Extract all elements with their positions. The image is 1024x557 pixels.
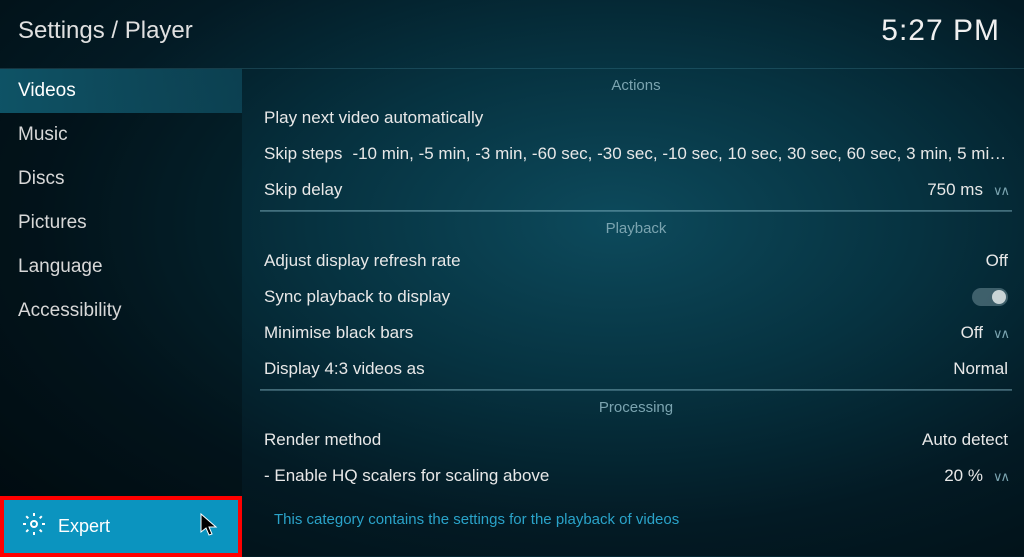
spinner-icon[interactable]: ∨∧ — [993, 184, 1008, 197]
toggle-switch[interactable] — [972, 288, 1008, 306]
sidebar-list: Videos Music Discs Pictures Language Acc… — [0, 69, 242, 496]
settings-level-button[interactable]: Expert — [0, 496, 242, 557]
sidebar-item-label: Videos — [18, 80, 76, 101]
setting-label: Skip delay — [264, 180, 342, 200]
clock: 5:27 PM — [881, 14, 1000, 48]
sidebar-item-label: Pictures — [18, 212, 87, 233]
section-header-playback: Playback — [260, 211, 1012, 243]
setting-value: Auto detect — [922, 430, 1008, 450]
breadcrumb: Settings / Player — [18, 17, 193, 45]
sidebar-item-label: Music — [18, 124, 68, 145]
help-text: This category contains the settings for … — [274, 511, 679, 528]
sidebar-item-language[interactable]: Language — [0, 245, 242, 289]
setting-label: Adjust display refresh rate — [264, 251, 461, 271]
setting-label: - Enable HQ scalers for scaling above — [264, 466, 549, 486]
setting-refresh-rate[interactable]: Adjust display refresh rate Off — [260, 243, 1012, 279]
setting-label: Minimise black bars — [264, 323, 413, 343]
setting-label: Skip steps — [264, 144, 342, 164]
setting-value: -10 min, -5 min, -3 min, -60 sec, -30 se… — [352, 144, 1008, 164]
spinner-icon[interactable]: ∨∧ — [993, 470, 1008, 483]
sidebar-item-discs[interactable]: Discs — [0, 157, 242, 201]
section-header-processing: Processing — [260, 390, 1012, 422]
setting-hq-scalers[interactable]: - Enable HQ scalers for scaling above 20… — [260, 458, 1012, 494]
setting-aspect-ratio[interactable]: Display 4:3 videos as Normal — [260, 351, 1012, 387]
setting-sync-playback[interactable]: Sync playback to display — [260, 279, 1012, 315]
setting-value: Off — [986, 251, 1008, 271]
spinner-icon[interactable]: ∨∧ — [993, 327, 1008, 340]
header: Settings / Player 5:27 PM — [0, 0, 1024, 69]
setting-value: 20 % — [944, 466, 983, 486]
setting-value: Normal — [953, 359, 1008, 379]
sidebar-item-label: Language — [18, 256, 103, 277]
setting-skip-delay[interactable]: Skip delay 750 ms ∨∧ — [260, 172, 1012, 208]
sidebar-item-music[interactable]: Music — [0, 113, 242, 157]
setting-label: Play next video automatically — [264, 108, 483, 128]
setting-value: Off — [961, 323, 983, 343]
gear-icon — [22, 512, 46, 541]
sidebar-item-accessibility[interactable]: Accessibility — [0, 289, 242, 333]
setting-black-bars[interactable]: Minimise black bars Off ∨∧ — [260, 315, 1012, 351]
sidebar: Videos Music Discs Pictures Language Acc… — [0, 69, 242, 557]
settings-level-label: Expert — [58, 516, 110, 537]
setting-value: 750 ms — [927, 180, 983, 200]
sidebar-item-videos[interactable]: Videos — [0, 69, 242, 113]
setting-skip-steps[interactable]: Skip steps -10 min, -5 min, -3 min, -60 … — [260, 136, 1012, 172]
setting-label: Render method — [264, 430, 381, 450]
sidebar-item-pictures[interactable]: Pictures — [0, 201, 242, 245]
content: Actions Play next video automatically Sk… — [242, 69, 1024, 557]
sidebar-item-label: Discs — [18, 168, 64, 189]
main: Videos Music Discs Pictures Language Acc… — [0, 69, 1024, 557]
setting-label: Sync playback to display — [264, 287, 450, 307]
section-header-actions: Actions — [260, 69, 1012, 100]
setting-render-method[interactable]: Render method Auto detect — [260, 422, 1012, 458]
setting-play-next[interactable]: Play next video automatically — [260, 100, 1012, 136]
sidebar-item-label: Accessibility — [18, 300, 121, 321]
setting-label: Display 4:3 videos as — [264, 359, 425, 379]
